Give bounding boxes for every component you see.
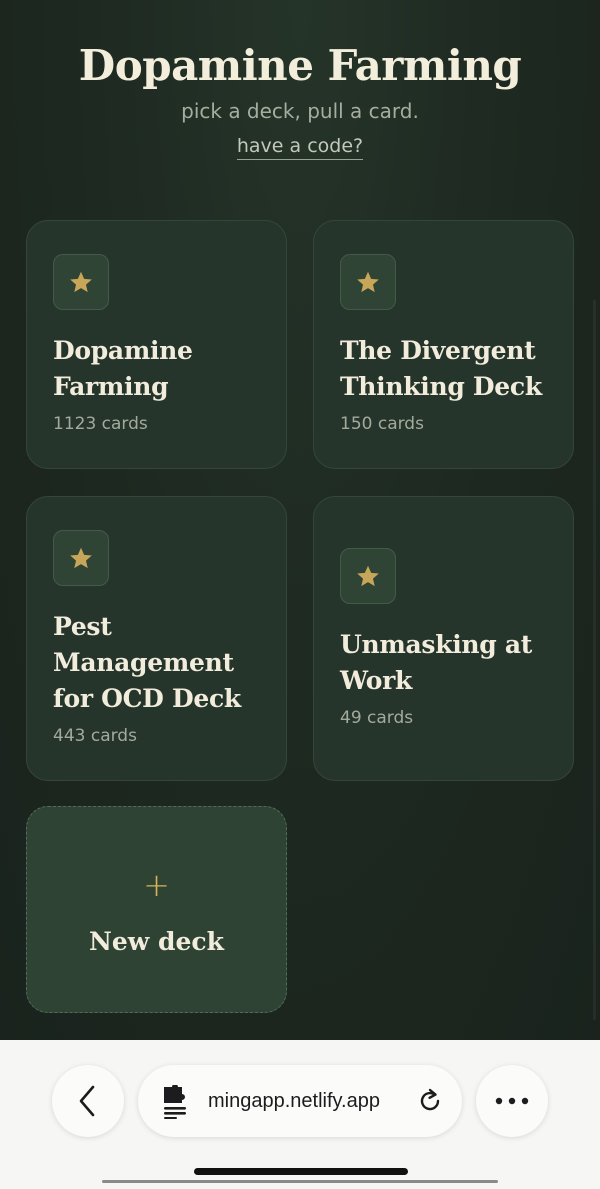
deck-card-count: 1123 cards (53, 414, 148, 434)
address-bar[interactable]: mingapp.netlify.app (138, 1065, 462, 1137)
page-subtitle: pick a deck, pull a card. (181, 99, 419, 123)
chevron-left-icon (79, 1085, 95, 1117)
star-icon (53, 530, 109, 586)
scrollbar[interactable] (593, 300, 596, 1020)
have-code-link[interactable]: have a code? (236, 134, 364, 160)
new-deck-label: New deck (89, 927, 224, 956)
deck-card-pest-management[interactable]: Pest Management for OCD Deck 443 cards (26, 496, 287, 781)
ellipsis-icon (495, 1097, 529, 1105)
more-button[interactable] (476, 1065, 548, 1137)
star-icon (53, 254, 109, 310)
deck-card-count: 49 cards (340, 708, 414, 728)
deck-name: The Divergent Thinking Deck (340, 336, 542, 401)
star-icon (340, 254, 396, 310)
plus-icon: + (143, 866, 170, 904)
new-deck-button[interactable]: + New deck (26, 806, 287, 1013)
star-icon (340, 548, 396, 604)
puzzle-doc-icon (164, 1085, 186, 1119)
deck-name: Pest Management for OCD Deck (53, 612, 241, 713)
back-button[interactable] (52, 1065, 124, 1137)
home-indicator (194, 1168, 408, 1175)
deck-card-unmasking-at-work[interactable]: Unmasking at Work 49 cards (313, 496, 574, 781)
deck-name: Unmasking at Work (340, 630, 533, 695)
bottom-scroll-indicator (102, 1180, 498, 1183)
browser-toolbar: mingapp.netlify.app (0, 1040, 600, 1189)
deck-card-count: 443 cards (53, 726, 137, 746)
deck-card-divergent-thinking[interactable]: The Divergent Thinking Deck 150 cards (313, 220, 574, 469)
header: Dopamine Farming pick a deck, pull a car… (0, 40, 600, 160)
url-text: mingapp.netlify.app (208, 1090, 380, 1112)
page-title: Dopamine Farming (78, 41, 522, 90)
reload-icon[interactable] (416, 1087, 444, 1115)
deck-name: Dopamine Farming (53, 336, 193, 401)
deck-card-dopamine-farming[interactable]: Dopamine Farming 1123 cards (26, 220, 287, 469)
app-screen: Dopamine Farming pick a deck, pull a car… (0, 0, 600, 1040)
deck-card-count: 150 cards (340, 414, 424, 434)
